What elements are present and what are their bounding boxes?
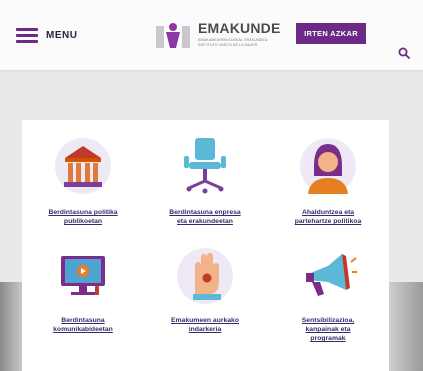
- emakunde-logo-icon: [156, 23, 190, 48]
- search-icon[interactable]: [398, 47, 410, 59]
- logo-subtitle-line-2: INSTITUTO VASCO DE LA MUJER: [198, 42, 258, 47]
- logo-subtitle-line-1: EMAKUMEAREN EUSKAL ERAKUNDEA: [198, 38, 268, 42]
- television-icon: [61, 256, 105, 295]
- office-chair-icon: [184, 138, 226, 194]
- logo-title: EMAKUNDE: [198, 20, 281, 36]
- topic-tile-empowerment[interactable]: Ahalduntzea eta partehartze politikoa: [268, 136, 388, 246]
- hamburger-menu-icon[interactable]: [16, 28, 38, 44]
- topics-panel: Berdintasuna politika publikoetan Berdint…: [22, 120, 389, 371]
- site-header: MENU EMAKUNDE EMAKUMEAREN EUSKAL ERAKUND…: [0, 0, 423, 70]
- topic-title: Berdintasuna politika publikoetan: [48, 209, 118, 225]
- background-photo-left: [0, 282, 22, 371]
- logo-subtitle: EMAKUMEAREN EUSKAL ERAKUNDEA INSTITUTO V…: [198, 38, 267, 47]
- woman-avatar-icon: [300, 138, 356, 194]
- topic-title: Ahalduntzea eta partehartze politikoa: [294, 209, 362, 225]
- topic-title: Berdintasuna enpresa eta erakundeetan: [169, 209, 241, 225]
- topic-title: Sentsibilizazioa, kanpainak eta programak: [301, 317, 355, 342]
- background-photo-right: [389, 282, 423, 371]
- topic-tile-public-policies[interactable]: Berdintasuna politika publikoetan: [23, 136, 143, 246]
- topic-tile-media[interactable]: Berdintasuna komunikabideetan: [23, 246, 143, 356]
- institution-building-icon: [55, 138, 111, 194]
- emakunde-logo[interactable]: EMAKUNDE EMAKUMEAREN EUSKAL ERAKUNDEA IN…: [156, 20, 284, 52]
- topic-title: Berdintasuna komunikabideetan: [53, 317, 113, 333]
- topic-tile-violence[interactable]: Emakumeen aurkako indarkeria: [145, 246, 265, 356]
- raised-hand-icon: [177, 248, 233, 304]
- megaphone-icon: [306, 254, 357, 296]
- quick-exit-button[interactable]: IRTEN AZKAR: [296, 23, 366, 44]
- topic-title: Emakumeen aurkako indarkeria: [170, 317, 239, 333]
- topic-tile-companies[interactable]: Berdintasuna enpresa eta erakundeetan: [145, 136, 265, 246]
- topic-tile-awareness[interactable]: Sentsibilizazioa, kanpainak eta programak: [268, 246, 388, 366]
- menu-label[interactable]: MENU: [46, 30, 77, 41]
